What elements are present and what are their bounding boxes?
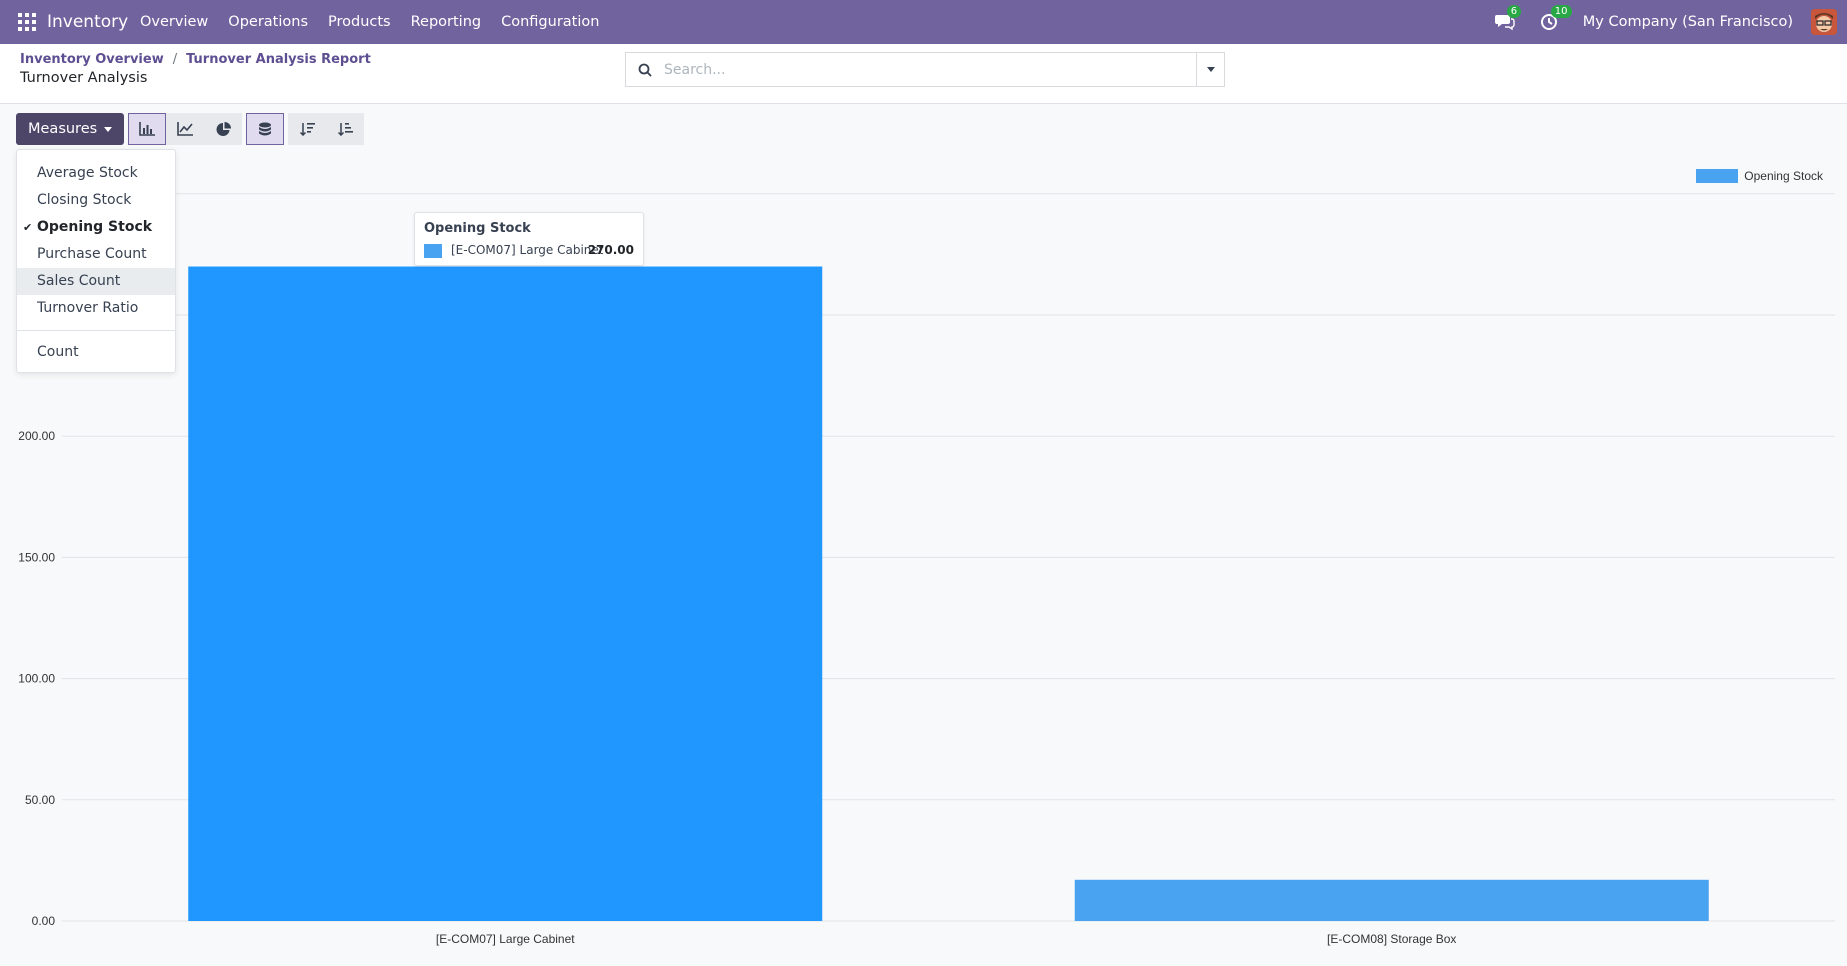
sort-descending-button[interactable] bbox=[288, 113, 327, 145]
chart-bar[interactable] bbox=[1074, 879, 1709, 921]
activities-button[interactable]: 10 bbox=[1539, 5, 1572, 33]
measure-label: Purchase Count bbox=[37, 246, 147, 262]
graph-toolbar: Measures bbox=[16, 113, 365, 145]
tooltip-swatch bbox=[424, 244, 442, 258]
y-tick-label: 50.00 bbox=[25, 793, 55, 807]
legend-label: Opening Stock bbox=[1744, 169, 1823, 183]
graph-view: 0.00 50.00 100.00 150.00 200.00 [E-COM07] Lar… bbox=[0, 150, 1847, 966]
bar-chart: 0.00 50.00 100.00 150.00 200.00 [E-COM07] Lar… bbox=[18, 193, 1835, 946]
app-name[interactable]: Inventory bbox=[47, 0, 128, 44]
line-chart-button[interactable] bbox=[166, 113, 205, 145]
search-input[interactable] bbox=[664, 54, 1196, 85]
control-panel: Inventory Overview / Turnover Analysis R… bbox=[0, 44, 1847, 104]
measure-turnover-ratio[interactable]: Turnover Ratio bbox=[17, 295, 175, 322]
main-menu: Overview Operations Products Reporting C… bbox=[130, 0, 609, 44]
sort-group bbox=[288, 113, 365, 145]
measure-label: Average Stock bbox=[37, 165, 138, 181]
sort-ascending-button[interactable] bbox=[326, 113, 365, 145]
measure-label: Opening Stock bbox=[37, 219, 153, 235]
measure-average-stock[interactable]: Average Stock bbox=[17, 160, 175, 187]
avatar-icon bbox=[1811, 9, 1837, 35]
messages-button[interactable]: 6 bbox=[1494, 5, 1522, 33]
chart-type-group bbox=[128, 113, 243, 145]
apps-menu-icon[interactable] bbox=[18, 13, 36, 31]
top-navbar: Inventory Overview Operations Products R… bbox=[0, 0, 1847, 44]
breadcrumb-turnover-report[interactable]: Turnover Analysis Report bbox=[186, 52, 371, 67]
y-tick-label: 0.00 bbox=[32, 914, 56, 928]
measure-label: Sales Count bbox=[37, 273, 121, 289]
menu-item-reporting[interactable]: Reporting bbox=[401, 0, 492, 44]
menu-item-products[interactable]: Products bbox=[318, 0, 401, 44]
pie-chart-button[interactable] bbox=[204, 113, 243, 145]
tooltip-title: Opening Stock bbox=[424, 221, 531, 236]
chart-legend[interactable]: Opening Stock bbox=[1696, 169, 1823, 183]
bar-chart-icon bbox=[139, 122, 156, 136]
measure-label: Closing Stock bbox=[37, 192, 132, 208]
caret-down-icon bbox=[1206, 66, 1215, 72]
checkmark-icon: ✔ bbox=[23, 221, 33, 234]
x-tick-label: [E-COM07] Large Cabinet bbox=[436, 932, 575, 946]
measure-opening-stock[interactable]: ✔ Opening Stock bbox=[17, 214, 175, 241]
messages-badge: 6 bbox=[1506, 5, 1522, 18]
page-title: Turnover Analysis bbox=[20, 70, 148, 86]
menu-item-overview[interactable]: Overview bbox=[130, 0, 218, 44]
stack-group bbox=[246, 113, 285, 145]
line-chart-icon bbox=[177, 122, 194, 136]
measure-purchase-count[interactable]: Purchase Count bbox=[17, 241, 175, 268]
company-switcher[interactable]: My Company (San Francisco) bbox=[1583, 14, 1793, 30]
measures-button[interactable]: Measures bbox=[16, 113, 125, 145]
user-avatar[interactable] bbox=[1811, 9, 1837, 35]
measure-label: Count bbox=[37, 344, 79, 360]
tooltip-label: [E-COM07] Large Cabinet bbox=[451, 243, 604, 257]
bar-chart-button[interactable] bbox=[128, 113, 167, 145]
measure-sales-count[interactable]: Sales Count bbox=[17, 268, 175, 295]
stacked-button[interactable] bbox=[246, 113, 285, 145]
legend-swatch bbox=[1696, 169, 1739, 183]
tooltip-value: 270.00 bbox=[587, 243, 634, 257]
y-tick-label: 100.00 bbox=[18, 672, 55, 686]
menu-item-configuration[interactable]: Configuration bbox=[491, 0, 609, 44]
measure-count[interactable]: Count bbox=[17, 339, 175, 366]
stacked-icon bbox=[259, 122, 272, 135]
activities-badge: 10 bbox=[1550, 5, 1572, 18]
search-options-toggle[interactable] bbox=[1196, 53, 1224, 86]
navbar-systray: 6 10 My Company (San Francisco) bbox=[1494, 0, 1847, 44]
search-icon bbox=[638, 63, 652, 77]
chart-bar[interactable] bbox=[188, 266, 823, 921]
breadcrumb-separator: / bbox=[172, 52, 178, 67]
dropdown-divider bbox=[17, 330, 175, 331]
sort-descending-icon bbox=[299, 123, 315, 136]
measure-label: Turnover Ratio bbox=[37, 300, 139, 316]
chart-tooltip: Opening Stock [E-COM07] Large Cabinet 27… bbox=[414, 212, 644, 266]
y-tick-label: 200.00 bbox=[18, 429, 55, 443]
sort-ascending-icon bbox=[337, 123, 353, 136]
measure-closing-stock[interactable]: Closing Stock bbox=[17, 187, 175, 214]
measures-dropdown: Average Stock Closing Stock ✔ Opening St… bbox=[16, 149, 176, 373]
y-tick-label: 150.00 bbox=[18, 550, 55, 564]
breadcrumb: Inventory Overview / Turnover Analysis R… bbox=[20, 52, 371, 67]
breadcrumb-inventory-overview[interactable]: Inventory Overview bbox=[20, 52, 164, 67]
measures-label: Measures bbox=[28, 121, 98, 137]
menu-item-operations[interactable]: Operations bbox=[218, 0, 318, 44]
caret-down-icon bbox=[104, 126, 113, 132]
x-tick-label: [E-COM08] Storage Box bbox=[1327, 932, 1456, 946]
search-bar bbox=[625, 52, 1225, 87]
pie-chart-icon bbox=[216, 121, 231, 136]
